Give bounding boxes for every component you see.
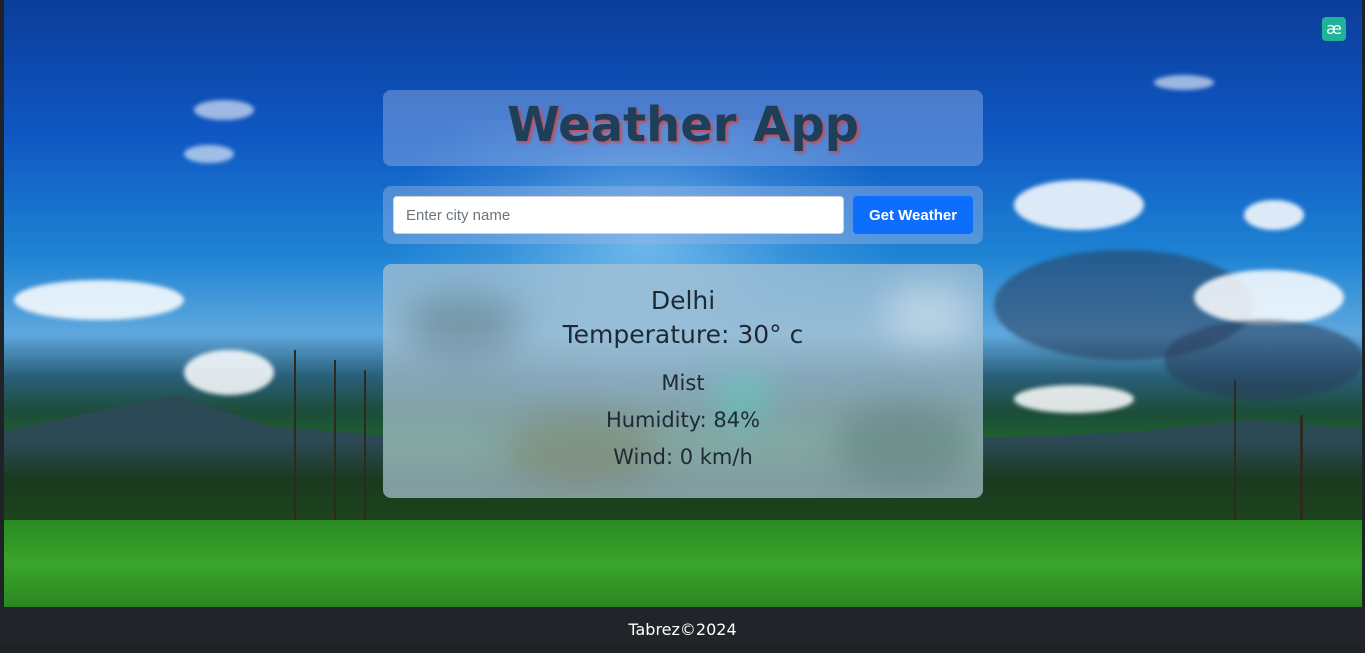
- cloud: [1164, 320, 1362, 400]
- footer-copyright: Tabrez©2024: [628, 620, 737, 639]
- tree: [364, 370, 366, 530]
- search-panel: Get Weather: [383, 186, 983, 244]
- cloud: [1014, 385, 1134, 413]
- cloud: [1194, 270, 1344, 325]
- wind-text: Wind: 0 km/h: [613, 445, 753, 469]
- title-panel: Weather App: [383, 90, 983, 166]
- tree: [294, 350, 296, 530]
- cloud: [14, 280, 184, 320]
- get-weather-button[interactable]: Get Weather: [853, 196, 973, 234]
- page-title: Weather App: [506, 97, 860, 153]
- tree: [1234, 380, 1236, 530]
- extension-ae-icon[interactable]: æ: [1322, 17, 1346, 41]
- footer: Tabrez©2024: [0, 607, 1365, 644]
- cloud: [1154, 75, 1214, 90]
- cloud: [1244, 200, 1304, 230]
- humidity-text: Humidity: 84%: [605, 408, 761, 432]
- condition-text: Mist: [661, 371, 705, 395]
- tree: [334, 360, 336, 530]
- weather-result-card: Delhi Temperature: 30° c Mist Humidity: …: [383, 264, 983, 498]
- grass-field: [4, 520, 1362, 607]
- temperature-text: Temperature: 30° c: [562, 320, 804, 349]
- cloud: [184, 145, 234, 163]
- city-name: Delhi: [650, 286, 716, 315]
- cloud: [184, 350, 274, 395]
- cloud: [1014, 180, 1144, 230]
- city-search-input[interactable]: [393, 196, 844, 234]
- cloud: [194, 100, 254, 120]
